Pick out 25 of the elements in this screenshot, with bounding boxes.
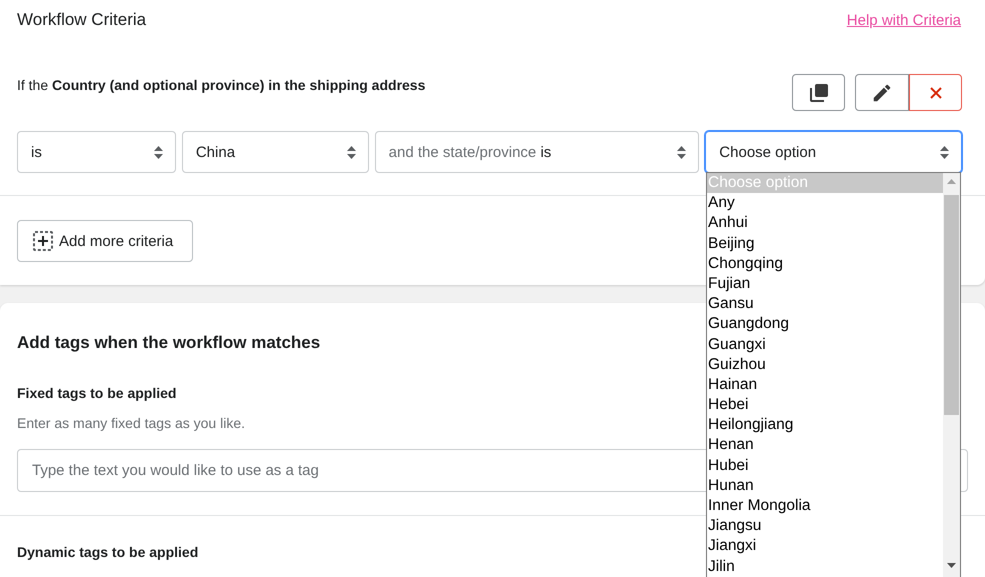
select-arrows-icon bbox=[940, 146, 950, 158]
select-arrows-icon bbox=[677, 146, 686, 158]
close-icon bbox=[930, 86, 942, 98]
select-arrows-icon bbox=[154, 146, 163, 158]
copy-button[interactable] bbox=[792, 74, 845, 111]
field-hint: Enter as many fixed tags as you like. bbox=[17, 415, 245, 431]
field-label: Fixed tags to be applied bbox=[17, 385, 176, 401]
copy-icon bbox=[810, 84, 828, 102]
delete-button[interactable] bbox=[909, 74, 962, 111]
section-title: Add tags when the workflow matches bbox=[17, 332, 320, 353]
field-label: Dynamic tags to be applied bbox=[17, 544, 198, 560]
select-field[interactable]: and the state/province is bbox=[374, 131, 700, 173]
select-arrows-icon bbox=[346, 146, 356, 158]
select-field[interactable]: Choose option bbox=[705, 131, 962, 173]
select-field[interactable]: China bbox=[182, 131, 369, 173]
scroll-thumb[interactable] bbox=[944, 195, 959, 415]
scrollbar[interactable] bbox=[943, 173, 960, 577]
add-criteria-button[interactable]: Add more criteria bbox=[17, 220, 194, 262]
section-title: Workflow Criteria bbox=[17, 10, 146, 30]
scroll-down-icon[interactable] bbox=[947, 563, 956, 568]
select-field[interactable]: is bbox=[17, 131, 176, 173]
edit-button[interactable] bbox=[855, 74, 909, 111]
condition-text: If the Country (and optional province) in the shipping address bbox=[17, 77, 426, 95]
add-icon bbox=[33, 231, 53, 251]
pencil-icon bbox=[871, 82, 893, 104]
